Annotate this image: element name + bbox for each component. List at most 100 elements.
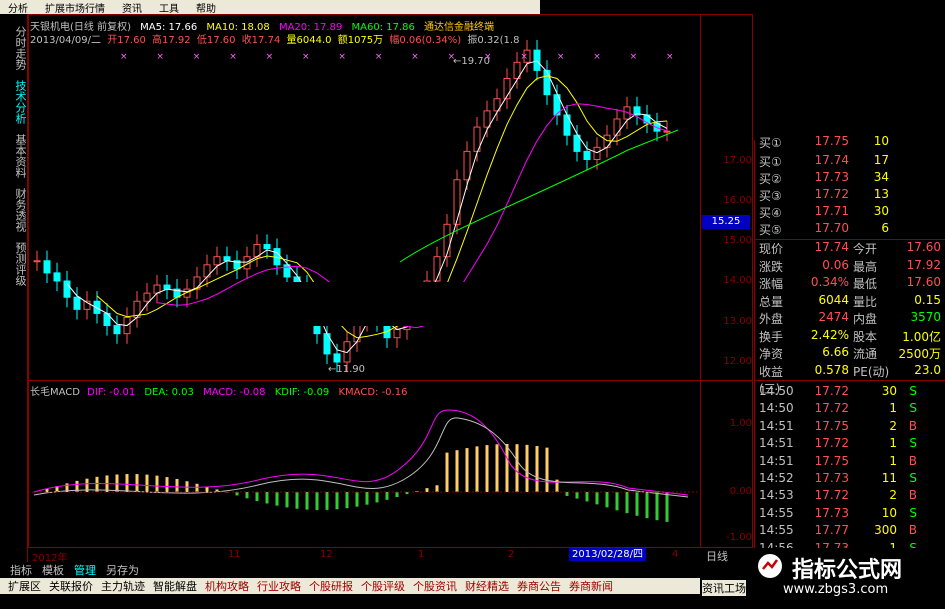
tick-price: 17.75 xyxy=(814,453,849,468)
tick-row: 14:51 17.75 2 B xyxy=(759,419,945,437)
tick-row: 14:50 17.72 1 S xyxy=(759,401,945,419)
stat-row: 外盘 2474 内盘 3570 xyxy=(759,310,945,328)
date-tick: 1 xyxy=(418,549,425,560)
tick-direction: B xyxy=(908,453,917,468)
info-tab[interactable]: 财经精选 xyxy=(465,578,509,594)
macd-y-tick: -1.00 xyxy=(726,532,752,543)
info-tab[interactable]: 个股研报 xyxy=(309,578,353,594)
candle-body xyxy=(53,272,61,282)
tab-indicator[interactable]: 指标 xyxy=(10,562,32,578)
tab-profile[interactable]: 基本资料 xyxy=(2,134,27,178)
tick-direction: S xyxy=(909,401,917,416)
candle-body xyxy=(223,256,231,262)
bar-change: 幅0.06(0.34%) xyxy=(389,35,462,46)
info-tab[interactable]: 主力轨迹 xyxy=(101,578,145,594)
stat-label: 换手 xyxy=(759,329,784,344)
watermark-url: www.zbgs3.com xyxy=(783,582,889,597)
candle-body xyxy=(603,134,611,148)
info-tab[interactable]: 个股资讯 xyxy=(413,578,457,594)
tick-price: 17.72 xyxy=(814,401,849,416)
tab-template[interactable]: 模板 xyxy=(42,562,64,578)
candle-body xyxy=(453,179,461,225)
stat-value: 0.15 xyxy=(914,292,941,307)
left-tabs: 分时走势 技术分析 基本资料 财务透视 预测评级 xyxy=(0,14,28,564)
stat-value: 17.60 xyxy=(906,240,941,254)
stat-value: 17.60 xyxy=(906,275,941,289)
tab-rating[interactable]: 预测评级 xyxy=(2,242,27,286)
orderbook-row: 买① 17.74 17 xyxy=(759,153,945,170)
bar-info: 2013/04/09/二 开17.60 高17.92 低17.60 收17.74… xyxy=(30,31,519,46)
candle-body xyxy=(263,244,271,250)
date-tick: 2 xyxy=(508,549,515,560)
dea-line xyxy=(33,417,689,498)
tick-volume: 10 xyxy=(881,505,897,520)
stat-value: 17.92 xyxy=(906,257,941,272)
selected-date: 2013/02/28/四 xyxy=(569,548,647,561)
stat-value: 6.66 xyxy=(822,345,849,359)
stat-value: 23.0 xyxy=(914,362,941,377)
info-tab[interactable]: 关联报价 xyxy=(49,578,93,594)
tab-save-as[interactable]: 另存为 xyxy=(106,562,139,578)
info-tab[interactable]: 券商新闻 xyxy=(569,578,613,594)
stat-row: 净资 6.66 流通 2500万 xyxy=(759,345,945,363)
bar-high: 高17.92 xyxy=(152,35,191,46)
candle-body xyxy=(333,353,341,363)
orderbook-row: 买⑤ 17.70 6 xyxy=(759,221,945,238)
info-tab[interactable]: 行业攻略 xyxy=(257,578,301,594)
order-volume: 30 xyxy=(873,204,889,218)
candle-body xyxy=(113,325,121,335)
tick-volume: 300 xyxy=(874,523,897,538)
stat-label: 今开 xyxy=(853,242,878,256)
stat-value: 2.42% xyxy=(810,327,849,342)
tick-direction: S xyxy=(909,471,917,485)
y-tick: 17.00 xyxy=(723,155,752,166)
order-volume: 10 xyxy=(873,134,889,148)
info-tab[interactable]: 扩展区 xyxy=(8,578,41,594)
candle-body xyxy=(613,118,621,136)
watermark-logo-icon xyxy=(758,554,782,578)
tick-row: 14:55 17.77 300 B xyxy=(759,523,945,541)
tick-time: 14:50 xyxy=(759,384,794,398)
candle-body xyxy=(583,150,591,160)
tick-time: 14:51 xyxy=(759,453,794,468)
info-tab[interactable]: 券商公告 xyxy=(517,578,561,594)
orderbook-row: 买② 17.73 34 xyxy=(759,170,945,187)
tick-time: 14:52 xyxy=(759,471,794,485)
tick-price: 17.73 xyxy=(814,505,849,520)
candle-body xyxy=(543,69,551,96)
tab-technical[interactable]: 技术分析 xyxy=(2,80,27,124)
macd-header: 长毛MACD DIF: -0.01 DEA: 0.03 MACD: -0.08 … xyxy=(30,383,407,398)
order-price: 17.74 xyxy=(814,153,849,167)
tick-volume: 11 xyxy=(881,471,897,485)
tab-finance[interactable]: 财务透视 xyxy=(2,188,27,232)
y-tick: 13.00 xyxy=(723,316,752,327)
tick-direction: S xyxy=(909,436,917,451)
stat-label: 量比 xyxy=(853,294,878,309)
candle-body xyxy=(43,260,51,274)
orderbook-row: 买① 17.75 10 xyxy=(759,134,945,151)
tab-intraday[interactable]: 分时走势 xyxy=(2,26,27,70)
info-tab[interactable]: 个股评级 xyxy=(361,578,405,594)
tick-price: 17.72 xyxy=(814,436,849,451)
redacted-area xyxy=(262,282,682,326)
info-tab[interactable]: 机构攻略 xyxy=(205,578,249,594)
stat-label: 最低 xyxy=(853,277,878,291)
stat-label: 股本 xyxy=(853,329,878,344)
kline-chart[interactable]: ←19.70←11.90 xyxy=(28,0,754,548)
tick-price: 17.75 xyxy=(814,418,849,433)
tick-row: 14:52 17.73 11 S xyxy=(759,471,945,489)
info-tab[interactable]: 智能解盘 xyxy=(153,578,197,594)
indicator-tabs: 指标 模板 管理 另存为 xyxy=(0,562,754,577)
info-label[interactable]: 资讯工场 xyxy=(702,580,746,596)
candle-body xyxy=(143,292,151,302)
stat-row: 涨幅 0.34% 最低 17.60 xyxy=(759,275,945,293)
stat-label: PE(动) xyxy=(853,364,890,379)
macd-name: 长毛MACD xyxy=(30,387,80,398)
tick-direction: B xyxy=(908,418,917,433)
tick-price: 17.77 xyxy=(814,523,849,538)
y-tick: 12.00 xyxy=(723,356,752,367)
order-label: 买② xyxy=(759,172,782,186)
stat-label: 收益(三) xyxy=(759,364,784,396)
tab-manage[interactable]: 管理 xyxy=(74,562,96,578)
tick-volume: 30 xyxy=(881,384,897,398)
